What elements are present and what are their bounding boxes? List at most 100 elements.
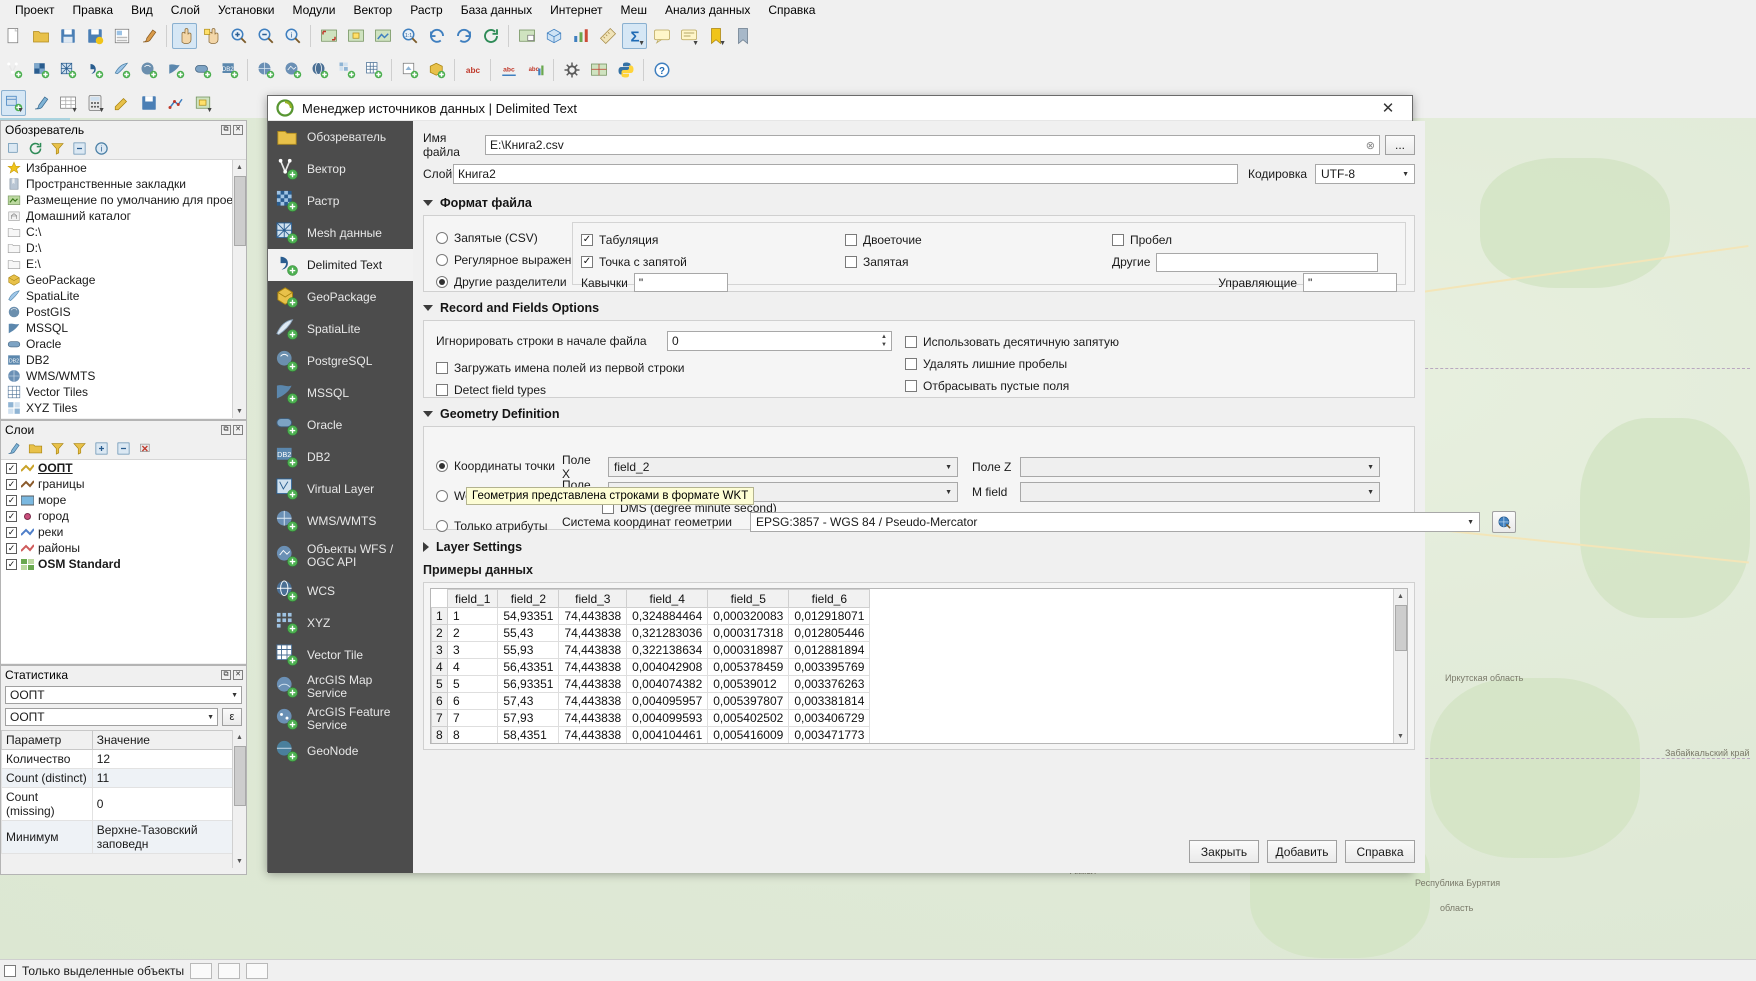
browser-item-6[interactable]: E:\ [1,256,246,272]
browser-item-4[interactable]: C:\ [1,224,246,240]
statistics-row[interactable]: Count (distinct)11 [2,769,246,788]
layer-row-1[interactable]: ✓границы [1,476,246,492]
show-selected-only-checkbox[interactable] [4,965,16,977]
dialog-sidebar-item-1[interactable]: Вектор [268,153,413,185]
bookmarks-icon[interactable]: ▼ [703,23,728,49]
layer-visibility-checkbox[interactable]: ✓ [6,559,17,570]
dialog-sidebar[interactable]: ОбозревательВекторРастрMesh данныеDelimi… [268,121,413,873]
remove-layer-icon[interactable] [136,439,155,458]
layer-row-0[interactable]: ✓ООПТ [1,460,246,476]
add-vector-layer-icon[interactable] [1,57,26,83]
text-annotation-icon[interactable] [649,23,674,49]
check-detect-field-types[interactable]: Detect field types [436,379,685,401]
statistics-scrollbar[interactable]: ▲ ▼ [232,730,246,868]
dialog-sidebar-item-9[interactable]: Oracle [268,409,413,441]
field-m-select[interactable]: ▼ [1020,482,1380,502]
add-delimited-text-icon[interactable] [82,57,107,83]
refresh-icon[interactable] [26,139,45,158]
spinbox-up-icon[interactable]: ▲ [879,333,889,341]
processing-toolbox-icon[interactable] [559,57,584,83]
browser-item-5[interactable]: D:\ [1,240,246,256]
layer-name-input[interactable]: Книга2 [453,164,1238,184]
menu-item-1[interactable]: Правка [64,2,123,18]
sample-data-scroll-thumb[interactable] [1395,605,1407,651]
close-icon[interactable]: ✕ [233,670,243,680]
help-button[interactable]: Справка [1345,840,1415,863]
browser-item-9[interactable]: PostGIS [1,304,246,320]
add-group-icon[interactable] [26,439,45,458]
add-postgis-icon[interactable] [136,57,161,83]
identify-features-icon[interactable]: i [280,23,305,49]
radio-point-coordinates[interactable]: Координаты точки [436,451,576,481]
filter-legend-icon[interactable] [48,439,67,458]
zoom-in-icon[interactable] [226,23,251,49]
statistics-field-select[interactable]: ООПТ ▼ [5,708,218,726]
ignore-lines-spinbox[interactable]: 0 ▲ ▼ [667,331,892,351]
zoom-next-icon[interactable] [451,23,476,49]
add-mesh-layer-icon[interactable] [55,57,80,83]
sample-data-row[interactable]: 4456,4335174,4438380,0040429080,00537845… [432,659,870,676]
encoding-select[interactable]: UTF-8 ▼ [1315,164,1415,184]
sample-data-table[interactable]: field_1field_2field_3field_4field_5field… [431,589,870,744]
sample-column-header[interactable]: field_5 [708,590,789,608]
browser-item-0[interactable]: Избранное [1,160,246,176]
chevron-down-icon[interactable]: ▼ [638,40,645,47]
add-wfs-icon[interactable] [280,57,305,83]
add-wms-icon[interactable] [253,57,278,83]
layer-visibility-checkbox[interactable]: ✓ [6,463,17,474]
geometry-definition-header[interactable]: Geometry Definition [423,407,1415,421]
menu-item-2[interactable]: Вид [122,2,162,18]
crs-select-button[interactable] [1492,511,1516,533]
sample-column-header[interactable]: field_4 [627,590,708,608]
open-attribute-table-icon[interactable]: ▼ [55,90,80,116]
radio-custom-delimiters[interactable]: Другие разделители [436,271,585,293]
statistics-col-header[interactable]: Параметр [2,731,93,750]
new-map-view-icon[interactable] [514,23,539,49]
quote-input[interactable]: " [634,273,728,292]
add-db2-icon[interactable]: DB2 [217,57,242,83]
dialog-sidebar-item-17[interactable]: ArcGIS Map Service [268,671,413,703]
menu-item-0[interactable]: Проект [6,2,64,18]
collapse-all-icon[interactable] [70,139,89,158]
layer-row-4[interactable]: ✓реки [1,524,246,540]
sample-data-row[interactable]: 9958,9235174,4438380,0041120650,00534505… [432,744,870,745]
browser-item-1[interactable]: Пространственные закладки [1,176,246,192]
scroll-up-icon[interactable]: ▲ [233,160,246,174]
file-browse-button[interactable]: ... [1385,135,1415,155]
check-semicolon[interactable]: ✓ Точка с запятой [581,251,687,273]
layer-settings-header[interactable]: Layer Settings [423,540,1415,554]
layer-visibility-checkbox[interactable]: ✓ [6,495,17,506]
open-layer-styling-icon[interactable] [4,439,23,458]
statistics-expression-button[interactable]: ε [222,708,242,726]
radio-csv[interactable]: Запятые (CSV) [436,227,585,249]
add-raster-layer-icon[interactable] [28,57,53,83]
layers-tree[interactable]: ✓ООПТ✓границы✓море✓город✓реки✓районы✓OSM… [1,460,246,663]
sum-icon[interactable]: Σ▼ [622,23,647,49]
field-z-select[interactable]: ▼ [1020,457,1380,477]
statistics-table[interactable]: ПараметрЗначениеКоличество12Count (disti… [1,730,246,854]
check-first-row-field-names[interactable]: Загружать имена полей из первой строки [436,357,685,379]
zoom-out-icon[interactable] [253,23,278,49]
check-tab[interactable]: ✓ Табуляция [581,229,687,251]
sample-data-scrollbar[interactable]: ▲ ▼ [1393,589,1407,743]
spinbox-down-icon[interactable]: ▼ [879,341,889,349]
tips-icon[interactable]: ▼ [676,23,701,49]
sample-column-header[interactable]: field_1 [448,590,498,608]
spatial-bookmarks-icon[interactable] [730,23,755,49]
dialog-sidebar-item-7[interactable]: PostgreSQL [268,345,413,377]
field-x-select[interactable]: field_2 ▼ [608,457,958,477]
sample-data-row[interactable]: 5556,9335174,4438380,0040743820,00539012… [432,676,870,693]
data-source-manager-dialog[interactable]: Менеджер источников данных | Delimited T… [267,95,1413,872]
layer-row-2[interactable]: ✓море [1,492,246,508]
sample-column-header[interactable]: field_3 [559,590,627,608]
zoom-layer-icon[interactable] [370,23,395,49]
chevron-down-icon[interactable]: ▼ [206,107,213,114]
float-icon[interactable]: ⧉ [221,125,231,135]
dialog-sidebar-item-15[interactable]: XYZ [268,607,413,639]
refresh-icon[interactable] [218,963,240,979]
menu-item-10[interactable]: Меш [612,2,656,18]
chevron-down-icon[interactable]: ▼ [719,40,726,47]
browser-item-2[interactable]: Размещение по умолчанию для проекта [1,192,246,208]
sample-data-row[interactable]: 3355,9374,4438380,3221386340,0003189870,… [432,642,870,659]
radio-no-geometry[interactable]: Только атрибуты [436,511,576,541]
